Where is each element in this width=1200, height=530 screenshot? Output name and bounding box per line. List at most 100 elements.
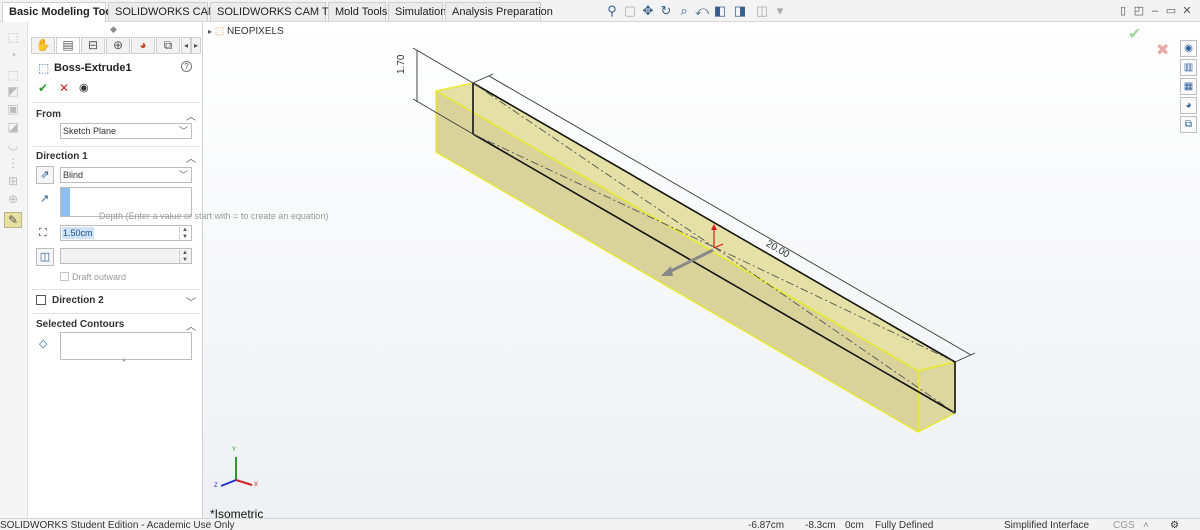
custom-properties-icon[interactable]: ⧉ <box>1180 116 1197 133</box>
preview-eye-icon[interactable]: ◉ <box>79 81 89 94</box>
section-selected-contours-header[interactable]: Selected Contours <box>36 319 124 330</box>
section-view-icon[interactable]: ◧ <box>712 3 728 19</box>
design-library-icon[interactable]: ▥ <box>1180 59 1197 76</box>
panel-grip[interactable]: ◆ <box>110 24 117 35</box>
maximize-icon[interactable]: ▭ <box>1164 4 1178 18</box>
cancel-icon[interactable]: ✕ <box>59 81 69 95</box>
resize-grip[interactable]: ● <box>122 357 126 364</box>
tab-simulation[interactable]: Simulation <box>388 2 446 21</box>
spin-down-icon[interactable]: ▼ <box>179 234 190 240</box>
display-style-icon[interactable]: ◨ <box>732 3 748 19</box>
feature-manager-tab-icon[interactable]: ✋ <box>31 37 55 54</box>
cut-icon[interactable]: ◪ <box>4 120 22 136</box>
section-direction2-header[interactable]: Direction 2 <box>52 295 104 306</box>
extrude-icon[interactable]: ⬚ <box>4 30 22 46</box>
section-from-header[interactable]: From <box>36 109 61 120</box>
unit-system[interactable]: CGS <box>1113 520 1135 530</box>
settings-icon[interactable]: ⚙ <box>1170 520 1179 530</box>
tab-solidworks-cam-tbm[interactable]: SOLIDWORKS CAM TBM <box>210 2 345 21</box>
confirm-ok-icon[interactable]: ✔ <box>1128 24 1141 44</box>
restore-pane-icon[interactable]: ▯ <box>1116 4 1130 18</box>
instant3d-icon[interactable]: ✎ <box>4 212 22 228</box>
property-manager-tab-icon[interactable]: ▤ <box>56 37 80 54</box>
help-icon[interactable]: ? <box>181 61 192 72</box>
tab-solidworks-cam[interactable]: SOLIDWORKS CAM <box>108 2 217 21</box>
spin-up-icon[interactable]: ▲ <box>179 250 190 256</box>
extension-line <box>954 352 976 363</box>
dimxpert-tab-icon[interactable]: ⊕ <box>106 37 130 54</box>
pan-icon[interactable]: ✥ <box>640 3 656 19</box>
fillet-icon[interactable]: ◡ <box>4 138 22 154</box>
height-dimension-text[interactable]: 1.70 <box>396 55 407 74</box>
draft-outward-checkbox[interactable] <box>60 272 69 281</box>
cam-tab-icon[interactable]: ⧉ <box>156 37 180 54</box>
spin-down-icon[interactable]: ▼ <box>179 257 190 263</box>
configuration-manager-tab-icon[interactable]: ⊟ <box>81 37 105 54</box>
interface-mode[interactable]: Simplified Interface <box>1004 520 1089 530</box>
chevron-up-icon[interactable]: ︿ <box>186 318 196 333</box>
tab-analysis-preparation[interactable]: Analysis Preparation <box>445 2 553 21</box>
part-side-face[interactable] <box>435 89 919 434</box>
draft-toggle-button[interactable]: ◫ <box>36 248 54 266</box>
minimize-icon[interactable]: – <box>1148 4 1162 18</box>
from-select[interactable]: Sketch Plane ﹀ <box>60 123 192 139</box>
tile-icon[interactable]: ◰ <box>1132 4 1146 18</box>
wrap-icon[interactable]: ⊕ <box>4 192 22 208</box>
chevron-up-icon[interactable]: ︿ <box>186 108 196 123</box>
part-top-face[interactable] <box>434 82 957 372</box>
task-pane-tabs: ◉ ▥ ▦ ◕ ⧉ <box>1180 40 1198 136</box>
depth-tooltip: Depth (Enter a value or start with = to … <box>99 211 329 221</box>
display-manager-tab-icon[interactable]: ◕ <box>131 37 155 54</box>
appearances-icon[interactable]: ◕ <box>1180 97 1197 114</box>
pattern-icon[interactable]: ⋮ <box>4 156 22 172</box>
scene-icon[interactable]: ▾ <box>772 3 788 19</box>
zoom-area-icon[interactable]: ⌕ <box>676 3 692 19</box>
end-condition-select[interactable]: Blind ﹀ <box>60 167 192 183</box>
close-icon[interactable]: ✕ <box>1180 4 1194 18</box>
previous-view-icon[interactable]: ⤺ <box>694 3 710 19</box>
section-direction1-header[interactable]: Direction 1 <box>36 151 88 162</box>
chevron-up-icon[interactable]: ︿ <box>186 150 196 165</box>
tab-basic-modeling-tools[interactable]: Basic Modeling Tools <box>2 2 121 22</box>
reverse-direction-button[interactable]: ⇗ <box>36 166 54 184</box>
extension-line <box>472 73 494 84</box>
boss-extrude-icon: ⬚ <box>38 61 50 75</box>
sketch-edge <box>472 82 956 363</box>
contour-icon: ◇ <box>39 338 48 350</box>
view-orientation-icon[interactable]: ⚲ <box>604 3 620 19</box>
zoom-to-fit-icon[interactable]: ▢ <box>622 3 638 19</box>
view-orientation-label: *Isometric <box>210 507 264 518</box>
triad-x-axis <box>235 479 253 486</box>
coord-y: -8.3cm <box>805 520 836 530</box>
model-view[interactable] <box>203 22 1200 518</box>
loft-icon[interactable]: ◩ <box>4 84 22 100</box>
depth-value: 1.50cm <box>62 227 94 239</box>
end-condition-value: Blind <box>63 170 84 180</box>
rib-icon[interactable]: ⊞ <box>4 174 22 190</box>
manager-tabs: ✋ ▤ ⊟ ⊕ ◕ ⧉ ◂ ▸ <box>28 37 203 55</box>
sweep-icon[interactable]: ⬚ <box>4 68 22 84</box>
hide-show-icon[interactable]: ◫ <box>754 3 770 19</box>
tab-mold-tools[interactable]: Mold Tools <box>328 2 387 21</box>
revolve-icon[interactable]: ◔ <box>4 48 22 64</box>
direction2-checkbox[interactable] <box>36 295 46 305</box>
direction-vector-icon: ↗ <box>40 193 50 205</box>
confirm-cancel-icon[interactable]: ✖ <box>1156 40 1169 60</box>
divider <box>32 146 200 147</box>
resources-icon[interactable]: ◉ <box>1180 40 1197 57</box>
chevron-down-icon[interactable]: ﹀ <box>186 294 196 309</box>
boundary-icon[interactable]: ▣ <box>4 102 22 118</box>
tabs-scroll-left-icon[interactable]: ◂ <box>181 37 191 54</box>
graphics-area[interactable]: ▸ ⬚ NEOPIXELS 1.70 20.00 Y X Z *Isometri… <box>203 22 1200 518</box>
spin-up-icon[interactable]: ▲ <box>179 227 190 233</box>
sketch-edge <box>472 133 956 414</box>
tabs-scroll-right-icon[interactable]: ▸ <box>191 37 201 54</box>
file-explorer-icon[interactable]: ▦ <box>1180 78 1197 95</box>
part-end-face[interactable] <box>917 361 956 433</box>
depth-input[interactable]: 1.50cm ▲ ▼ <box>60 225 192 241</box>
units-chevron-icon[interactable]: ˄ <box>1143 520 1149 530</box>
selected-contours-box[interactable] <box>60 332 192 360</box>
draft-angle-input[interactable]: ▲ ▼ <box>60 248 192 264</box>
ok-icon[interactable]: ✔ <box>38 81 48 95</box>
rotate-icon[interactable]: ↻ <box>658 3 674 19</box>
